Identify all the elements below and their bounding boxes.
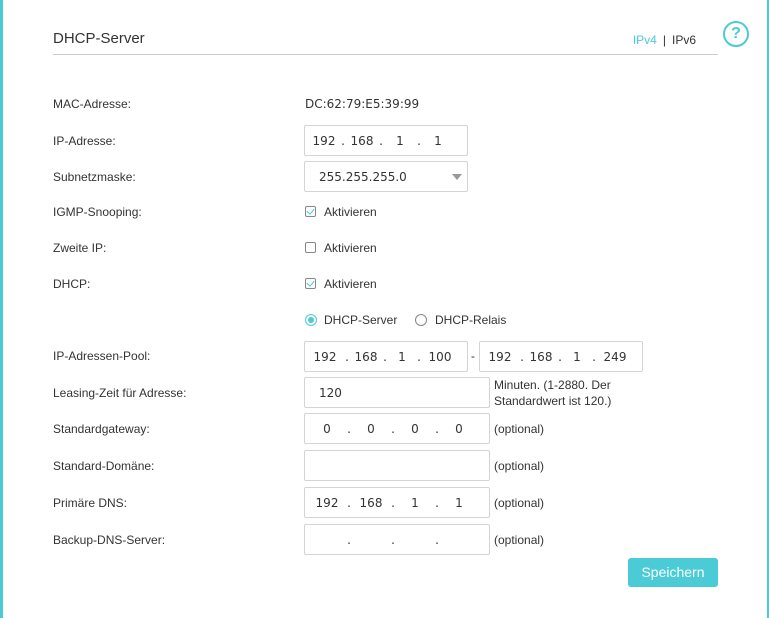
- save-button[interactable]: Speichern: [628, 558, 718, 587]
- second-ip-checkbox[interactable]: [305, 242, 316, 253]
- ip-octet[interactable]: 168: [347, 134, 377, 148]
- octet-dot: .: [347, 421, 351, 436]
- domain-label: Standard-Domäne:: [53, 459, 155, 473]
- dns2-label: Backup-DNS-Server:: [53, 533, 166, 547]
- dhcp-relay-radio[interactable]: [415, 314, 427, 326]
- ip-octet[interactable]: 168: [351, 350, 381, 364]
- igmp-checkbox-label[interactable]: Aktivieren: [324, 205, 377, 219]
- octet-dot: .: [435, 421, 439, 436]
- page-title: DHCP-Server: [53, 30, 145, 47]
- section-header: DHCP-Server IPv4 | IPv6: [53, 28, 718, 55]
- dhcp-relay-radio-label[interactable]: DHCP-Relais: [435, 313, 506, 327]
- subnet-label: Subnetzmaske:: [53, 170, 136, 184]
- octet-dot: .: [435, 495, 439, 510]
- ip-octet[interactable]: 1: [423, 134, 453, 148]
- ipv6-link[interactable]: IPv6: [672, 33, 696, 47]
- pool-range-dash: -: [471, 349, 475, 363]
- ip-octet[interactable]: 0: [397, 422, 433, 436]
- octet-dot: .: [417, 349, 421, 364]
- ip-octet[interactable]: 1: [385, 134, 415, 148]
- ip-octet[interactable]: 168: [353, 496, 389, 510]
- ip-label: IP-Adresse:: [53, 134, 116, 148]
- octet-dot: .: [520, 349, 524, 364]
- dhcp-label: DHCP:: [53, 277, 91, 291]
- help-icon[interactable]: ?: [723, 21, 749, 47]
- lease-hint-line2: Standardwert ist 120.): [494, 394, 612, 408]
- igmp-label: IGMP-Snooping:: [53, 205, 142, 219]
- dns1-optional: (optional): [494, 496, 545, 510]
- ip-octet[interactable]: 168: [526, 350, 556, 364]
- domain-optional: (optional): [494, 459, 545, 473]
- lease-hint-line1: Minuten. (1-2880. Der: [494, 378, 611, 392]
- domain-input[interactable]: [304, 450, 490, 481]
- octet-dot: .: [379, 133, 383, 148]
- octet-dot: .: [391, 495, 395, 510]
- igmp-checkbox[interactable]: [305, 206, 316, 217]
- octet-dot: .: [345, 349, 349, 364]
- ip-octet[interactable]: 0: [441, 422, 477, 436]
- dns1-input[interactable]: 192. 168. 1. 1: [304, 487, 490, 518]
- dns2-input[interactable]: . . .: [304, 524, 490, 555]
- left-border: [0, 0, 3, 618]
- octet-dot: .: [383, 349, 387, 364]
- ip-octet[interactable]: 192: [309, 134, 339, 148]
- pool-end-input[interactable]: 192. 168. 1. 249: [479, 341, 643, 372]
- octet-dot: .: [391, 421, 395, 436]
- octet-dot: .: [341, 133, 345, 148]
- ip-version-switch: IPv4 | IPv6: [633, 33, 696, 47]
- octet-dot: .: [347, 495, 351, 510]
- gateway-label: Standardgateway:: [53, 422, 150, 436]
- octet-dot: .: [592, 349, 596, 364]
- pool-label: IP-Adressen-Pool:: [53, 349, 151, 363]
- ip-octet[interactable]: 249: [598, 350, 632, 364]
- octet-dot: .: [558, 349, 562, 364]
- octet-dot: .: [347, 532, 351, 547]
- ip-octet[interactable]: 192: [307, 350, 343, 364]
- ip-version-separator: |: [662, 33, 666, 47]
- pool-start-input[interactable]: 192. 168. 1. 100: [304, 341, 468, 372]
- dns2-optional: (optional): [494, 533, 545, 547]
- ip-octet[interactable]: 1: [441, 496, 477, 510]
- dns1-label: Primäre DNS:: [53, 496, 128, 510]
- ip-octet[interactable]: 0: [309, 422, 345, 436]
- dhcp-server-radio[interactable]: [305, 314, 317, 326]
- lease-time-input[interactable]: 120: [304, 377, 490, 408]
- ip-octet[interactable]: 192: [482, 350, 518, 364]
- dhcp-checkbox[interactable]: [305, 278, 316, 289]
- octet-dot: .: [435, 532, 439, 547]
- ipv4-link[interactable]: IPv4: [633, 33, 657, 47]
- second-ip-checkbox-label[interactable]: Aktivieren: [324, 241, 377, 255]
- ip-octet[interactable]: 0: [353, 422, 389, 436]
- ip-octet[interactable]: 100: [423, 350, 457, 364]
- octet-dot: .: [391, 532, 395, 547]
- gateway-input[interactable]: 0. 0. 0. 0: [304, 413, 490, 444]
- second-ip-label: Zweite IP:: [53, 241, 107, 255]
- ip-address-input[interactable]: 192. 168. 1. 1: [304, 125, 468, 156]
- ip-octet[interactable]: 1: [564, 350, 590, 364]
- octet-dot: .: [417, 133, 421, 148]
- subnet-value: 255.255.255.0: [319, 170, 407, 184]
- dhcp-checkbox-label[interactable]: Aktivieren: [324, 277, 377, 291]
- chevron-down-icon: [452, 174, 462, 180]
- subnet-select[interactable]: 255.255.255.0: [304, 161, 468, 192]
- mac-value: DC:62:79:E5:39:99: [305, 97, 420, 111]
- lease-time-value: 120: [319, 386, 342, 400]
- ip-octet[interactable]: 1: [389, 350, 415, 364]
- ip-octet[interactable]: 1: [397, 496, 433, 510]
- lease-label: Leasing-Zeit für Adresse:: [53, 386, 187, 400]
- ip-octet[interactable]: 192: [309, 496, 345, 510]
- gateway-optional: (optional): [494, 422, 545, 436]
- dhcp-server-radio-label[interactable]: DHCP-Server: [324, 313, 397, 327]
- mac-label: MAC-Adresse:: [53, 97, 132, 111]
